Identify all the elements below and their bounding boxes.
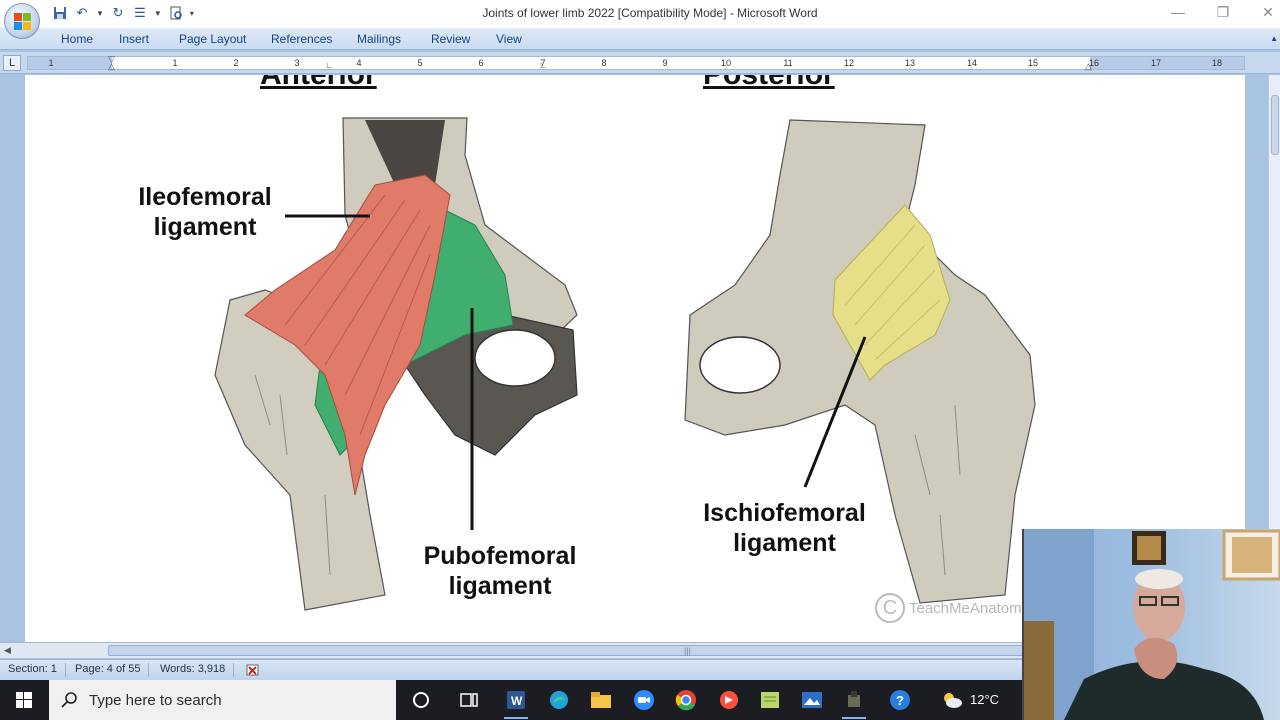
hanging-indent-marker[interactable]: △ [108, 61, 115, 72]
status-section[interactable]: Section: 1 [8, 663, 66, 677]
label-ileofemoral: Ileofemoral ligament [125, 182, 285, 242]
teachmeanatomy-watermark: C TeachMeAnatomy [875, 593, 1029, 623]
copyright-icon: C [875, 593, 905, 623]
windows-logo-icon [16, 692, 32, 708]
proofing-error-icon[interactable] [245, 662, 261, 678]
tab-selector-button[interactable]: L [3, 55, 21, 71]
ruler-number: 8 [601, 58, 607, 68]
ruler-number: 12 [843, 58, 855, 68]
edge-icon[interactable] [547, 688, 571, 712]
tab-stop-marker[interactable]: ∟ [539, 60, 548, 70]
start-button[interactable] [0, 680, 48, 720]
weather-temperature[interactable]: 12°C [970, 692, 999, 707]
chrome-icon[interactable] [674, 688, 698, 712]
label-ischiofemoral-line1: Ischiofemoral [703, 499, 866, 527]
svg-text:W: W [511, 694, 523, 708]
tab-view[interactable]: View [496, 32, 522, 46]
ruler-number: 1 [172, 58, 178, 68]
ruler-number: 13 [904, 58, 916, 68]
search-icon [61, 692, 77, 708]
ruler-number: 6 [478, 58, 484, 68]
recorder-app-icon[interactable] [842, 688, 866, 719]
help-icon[interactable]: ? [888, 688, 912, 712]
status-words[interactable]: Words: 3,918 [160, 663, 235, 677]
watermark-text: TeachMeAnatomy [909, 599, 1030, 617]
restore-icon[interactable]: ❐ [1211, 4, 1235, 21]
ruler-number: 9 [662, 58, 668, 68]
notes-app-icon[interactable] [758, 688, 782, 712]
ruler-number: 3 [294, 58, 300, 68]
cortana-icon[interactable] [409, 688, 433, 712]
scroll-grip-icon: ||| [684, 646, 692, 656]
horizontal-ruler: L 1 1 2 3 4 5 6 7 8 9 10 11 12 13 14 15 … [0, 52, 1280, 74]
svg-text:?: ? [896, 693, 904, 708]
scroll-left-icon[interactable]: ◀ [4, 645, 11, 656]
presenter-video-icon [1024, 529, 1280, 720]
ribbon-tab-bar: Home Insert Page Layout References Maili… [0, 28, 1280, 50]
ruler-number: 15 [1027, 58, 1039, 68]
zoom-icon[interactable] [632, 688, 656, 712]
tab-insert[interactable]: Insert [119, 32, 149, 46]
media-app-icon[interactable] [717, 688, 741, 712]
ruler-number: 1 [48, 58, 54, 68]
minimize-icon[interactable]: — [1166, 4, 1190, 20]
label-ischiofemoral: Ischiofemoral ligament [697, 498, 872, 558]
label-pubofemoral-line2: ligament [448, 572, 552, 600]
label-pubofemoral-line1: Pubofemoral [423, 542, 577, 570]
tab-stop-marker[interactable]: ∟ [325, 60, 334, 70]
office-button[interactable] [4, 3, 40, 39]
ruler-number: 11 [783, 58, 793, 68]
search-placeholder: Type here to search [89, 692, 222, 709]
file-explorer-icon[interactable] [589, 688, 613, 712]
tab-page-layout[interactable]: Page Layout [179, 32, 246, 46]
label-ischiofemoral-line2: ligament [733, 529, 836, 557]
ruler-strip[interactable]: 1 1 2 3 4 5 6 7 8 9 10 11 12 13 14 15 16… [27, 54, 1245, 72]
ruler-number: 5 [417, 58, 423, 68]
status-page[interactable]: Page: 4 of 55 [75, 663, 150, 677]
label-pubofemoral: Pubofemoral ligament [415, 541, 585, 601]
office-logo-icon [14, 13, 32, 31]
word-taskbar-icon[interactable]: W [504, 688, 528, 719]
ruler-number: 4 [356, 58, 362, 68]
presenter-webcam-overlay [1022, 529, 1280, 720]
weather-icon[interactable] [940, 688, 964, 712]
ruler-number: 18 [1211, 58, 1223, 68]
task-view-icon[interactable] [457, 688, 481, 712]
tab-references[interactable]: References [271, 32, 332, 46]
tab-home[interactable]: Home [61, 32, 93, 46]
tab-review[interactable]: Review [431, 32, 470, 46]
ribbon-collapse-icon[interactable]: ▲ [1270, 34, 1278, 43]
close-icon[interactable]: ✕ [1256, 4, 1280, 21]
tab-mailings[interactable]: Mailings [357, 32, 401, 46]
right-indent-marker[interactable]: △ [1085, 61, 1092, 72]
photos-app-icon[interactable] [800, 688, 824, 712]
taskbar-search-box[interactable]: Type here to search [49, 680, 396, 720]
ruler-number: 17 [1150, 58, 1162, 68]
heading-posterior: Posterior [703, 75, 835, 92]
vertical-scroll-thumb[interactable] [1271, 95, 1279, 155]
heading-anterior: Anterior [260, 75, 377, 92]
ruler-number: 10 [720, 58, 732, 68]
ruler-number: 2 [233, 58, 239, 68]
label-ileofemoral-line2: ligament [153, 213, 257, 241]
ruler-number: 14 [966, 58, 978, 68]
label-ileofemoral-line1: Ileofemoral [138, 183, 272, 211]
window-title: Joints of lower limb 2022 [Compatibility… [482, 6, 818, 20]
title-bar: ↶ ▼ ↻ ☰ ▼ ▾ Joints of lower limb 2022 [C… [0, 0, 1280, 39]
